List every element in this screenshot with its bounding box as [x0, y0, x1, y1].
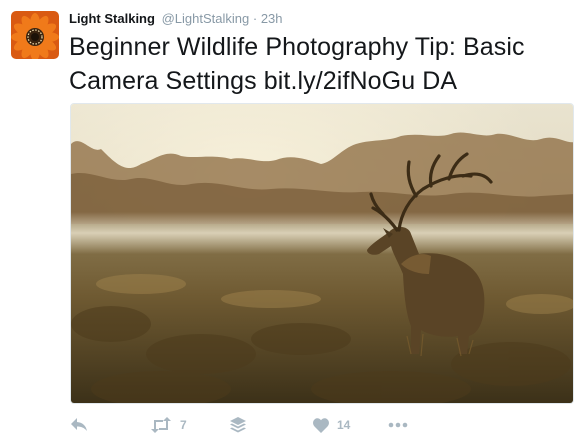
timestamp[interactable]: 23h — [261, 11, 283, 26]
separator: · — [252, 11, 258, 26]
buffer-icon — [230, 417, 246, 433]
more-button[interactable] — [388, 414, 408, 436]
heart-icon — [313, 417, 329, 433]
retweet-count: 7 — [180, 418, 187, 432]
tweet-card: Light Stalking @LightStalking · 23h Begi… — [0, 0, 585, 442]
avatar[interactable] — [11, 11, 59, 59]
like-count: 14 — [337, 418, 351, 432]
tweet-header: Light Stalking @LightStalking · 23h — [69, 11, 283, 27]
retweet-icon — [151, 417, 171, 433]
author-name[interactable]: Light Stalking — [69, 11, 155, 26]
author-handle[interactable]: @LightStalking — [162, 11, 250, 26]
tweet-media-photo[interactable] — [70, 103, 574, 404]
retweet-button[interactable]: 7 — [150, 414, 187, 436]
tweet-text: Beginner Wildlife Photography Tip: Basic… — [69, 33, 525, 95]
tweet-actions: 7 14 — [70, 414, 470, 436]
buffer-button[interactable] — [230, 414, 246, 436]
reply-icon — [71, 418, 87, 431]
like-button[interactable]: 14 — [313, 414, 350, 436]
reply-button[interactable] — [70, 414, 88, 436]
more-icon — [388, 422, 408, 428]
